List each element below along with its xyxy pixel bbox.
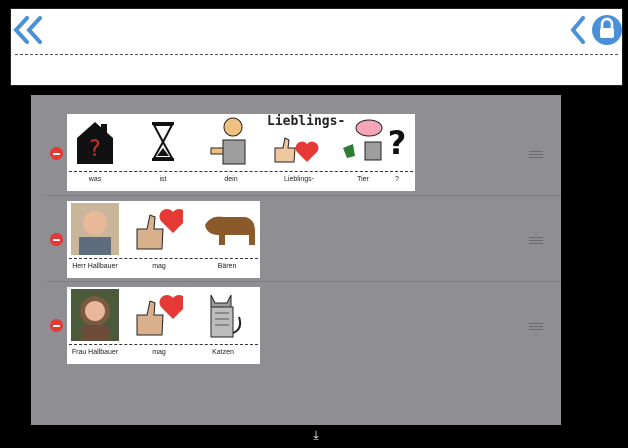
question-mark-icon: ? <box>388 124 407 162</box>
delete-button[interactable] <box>50 147 63 160</box>
thumb-heart-icon <box>274 137 319 163</box>
card-divider <box>69 344 258 345</box>
delete-button[interactable] <box>50 233 63 246</box>
card-divider <box>69 171 413 172</box>
word-caption: Lieblings- <box>267 114 346 129</box>
sentence-row: Frau Hallbauer mag Katzen <box>31 282 561 368</box>
drag-handle[interactable] <box>529 237 543 245</box>
svg-text:?: ? <box>89 137 101 162</box>
drag-handle[interactable] <box>529 323 543 331</box>
photo-woman-icon <box>71 289 119 341</box>
svg-text:?: ? <box>388 124 407 162</box>
bear-icon <box>205 216 255 245</box>
delete-button[interactable] <box>50 319 63 332</box>
word-cell[interactable]: Bären <box>197 201 257 278</box>
sentence-row: ? was ist dein Lieblings- Lieblings- Tie… <box>31 110 561 196</box>
lock-icon[interactable] <box>591 12 623 46</box>
word-cell[interactable]: ? ? <box>379 114 415 191</box>
word-cell[interactable]: ? was <box>67 114 123 191</box>
download-arrow-icon[interactable]: ⤓ <box>310 428 322 442</box>
person-pointing-icon <box>210 117 246 165</box>
photo-man-icon <box>71 203 119 255</box>
sentence-card[interactable]: Frau Hallbauer mag Katzen <box>67 287 260 364</box>
double-chevron-left-icon[interactable] <box>13 15 43 45</box>
sentence-bar-divider <box>15 54 618 55</box>
hourglass-icon <box>152 122 174 161</box>
thumb-heart-icon <box>136 295 183 336</box>
card-divider <box>69 258 258 259</box>
word-cell[interactable]: Lieblings- Lieblings- <box>267 114 346 191</box>
sentence-card[interactable]: ? was ist dein Lieblings- Lieblings- Tie… <box>67 114 415 191</box>
word-cell[interactable]: Frau Hallbauer <box>67 287 123 364</box>
word-cell[interactable]: Katzen <box>195 287 251 364</box>
sentence-list-panel: ? was ist dein Lieblings- Lieblings- Tie… <box>31 95 561 425</box>
chevron-left-icon[interactable] <box>569 15 587 45</box>
word-cell[interactable]: dein <box>203 114 259 191</box>
word-cell[interactable]: mag <box>131 201 187 278</box>
sentence-row: Herr Hallbauer mag Bären <box>31 196 561 282</box>
drag-handle[interactable] <box>529 151 543 159</box>
word-cell[interactable]: Herr Hallbauer <box>67 201 123 278</box>
thumb-heart-icon <box>136 209 183 250</box>
sentence-card[interactable]: Herr Hallbauer mag Bären <box>67 201 260 278</box>
top-toolbar <box>10 8 623 86</box>
word-cell[interactable]: ist <box>135 114 191 191</box>
cat-icon <box>210 294 242 338</box>
house-question-icon: ? <box>77 122 113 164</box>
word-cell[interactable]: mag <box>131 287 187 364</box>
